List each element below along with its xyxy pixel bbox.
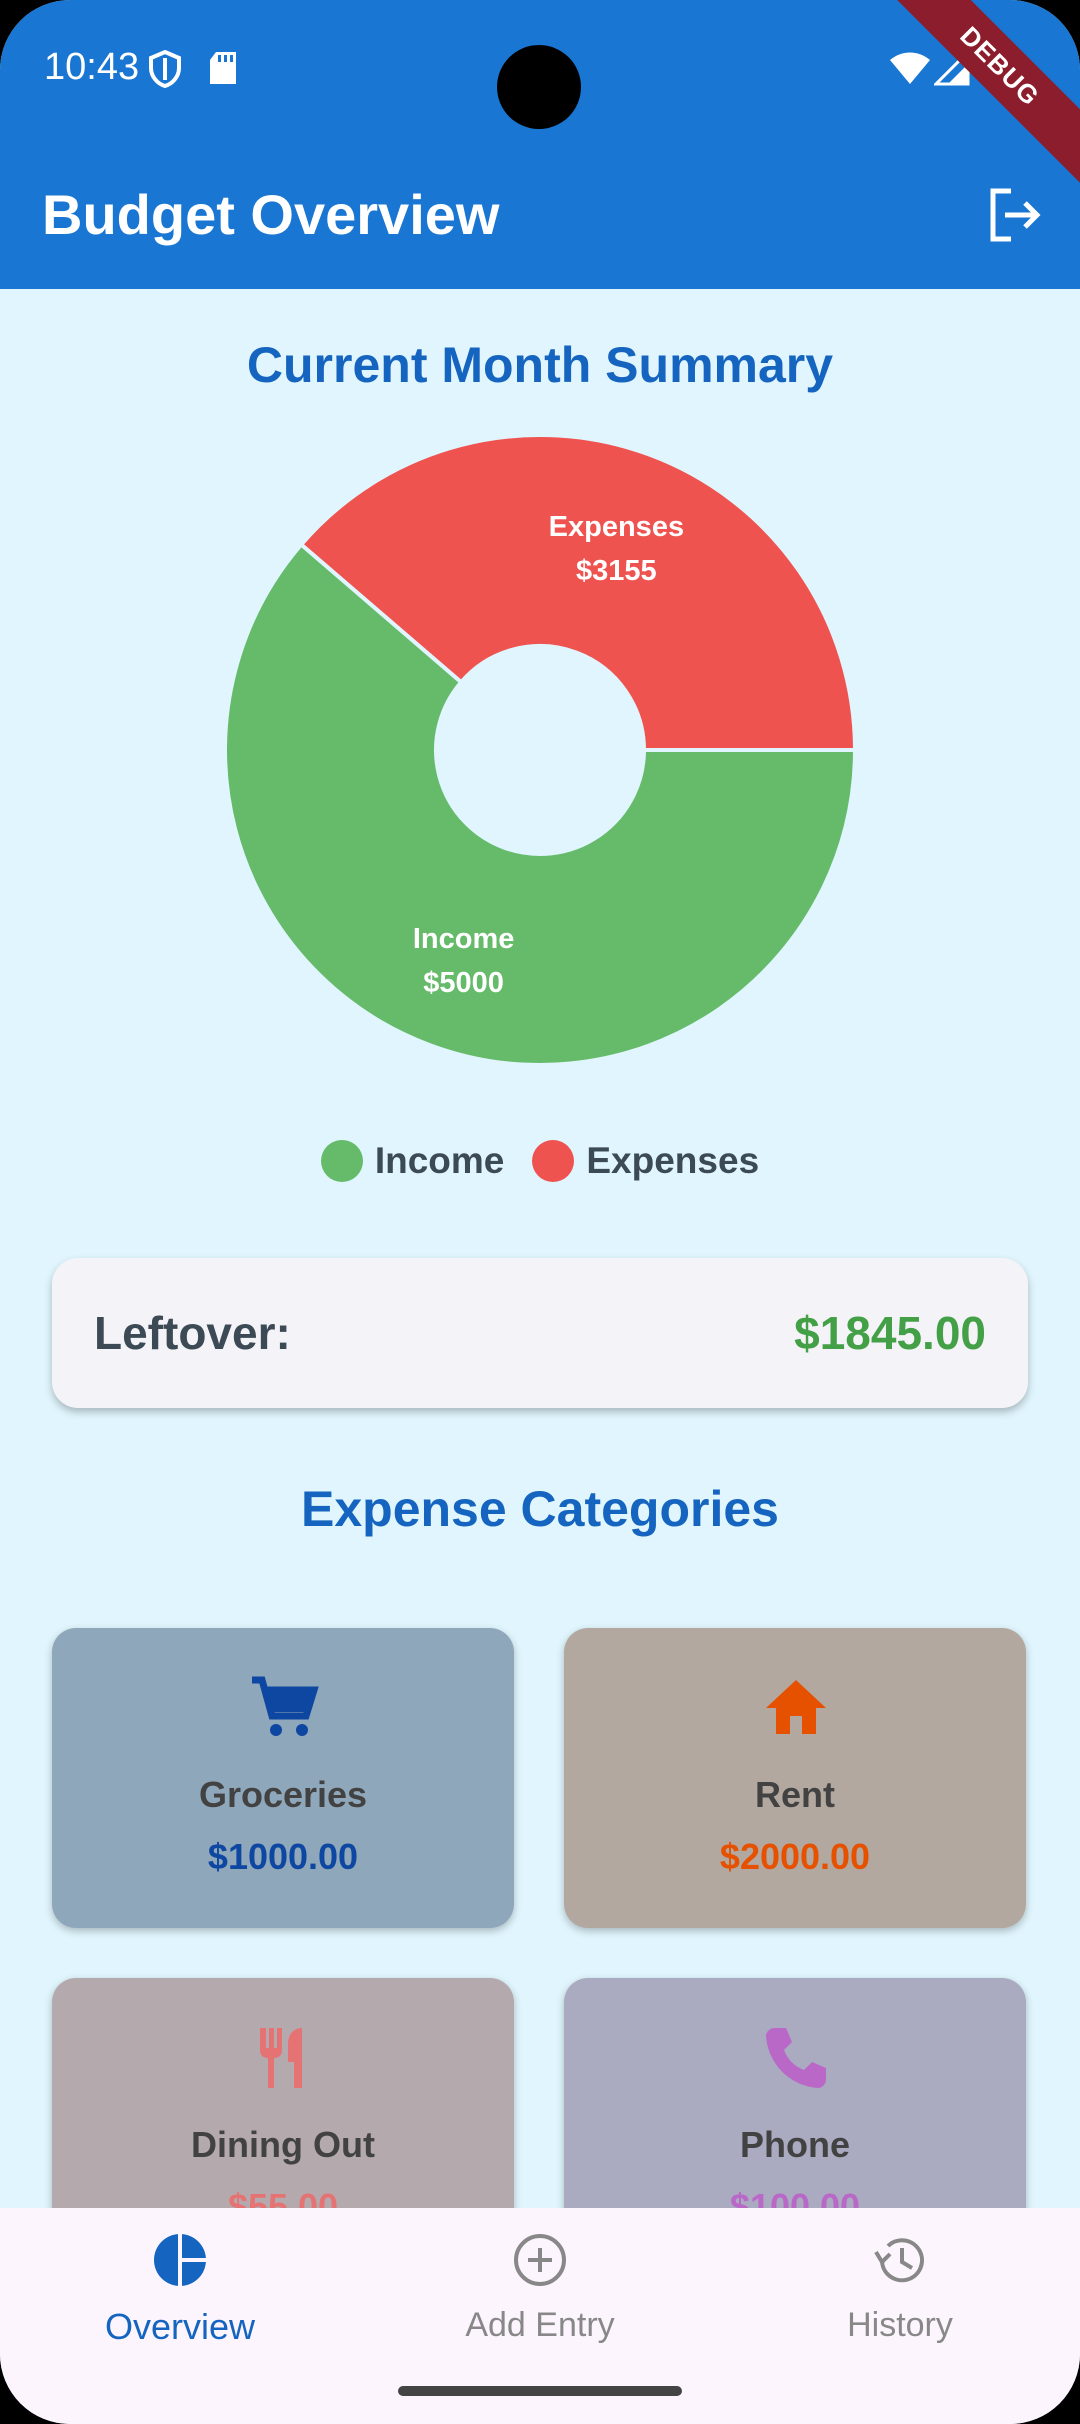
home-indicator — [398, 2386, 682, 2396]
cart-icon — [252, 1676, 319, 1736]
debug-banner: DEBUG — [875, 0, 1080, 191]
leftover-card: Leftover: $1845.00 — [52, 1258, 1028, 1408]
chart-legend: Income Expenses — [0, 1140, 1080, 1182]
nav-item-overview[interactable]: Overview — [0, 2208, 360, 2408]
category-name: Rent — [755, 1774, 835, 1815]
restaurant-icon — [260, 2028, 302, 2088]
app-bar: 10:43 DEBUG Budget Overview — [0, 0, 1080, 289]
logout-icon[interactable] — [985, 185, 1045, 245]
categories-title: Expense Categories — [301, 1481, 779, 1537]
legend-dot-expenses — [532, 1140, 575, 1182]
category-amount: $2000.00 — [719, 1836, 871, 1877]
legend-dot-income — [320, 1140, 363, 1182]
front-camera — [497, 45, 581, 129]
donut-svg: Income $5000 Expenses $3155 — [223, 433, 858, 1067]
nav-item-add-entry[interactable]: Add Entry — [360, 2208, 720, 2408]
category-amount: $1000.00 — [207, 1836, 359, 1877]
shield-icon — [149, 50, 181, 88]
leftover-value: $1845.00 — [794, 1307, 986, 1359]
legend-label-expenses: Expenses — [586, 1140, 760, 1181]
page-title: Budget Overview — [42, 183, 500, 246]
screen: 10:43 DEBUG Budget Overview Current Mont… — [0, 0, 1080, 2424]
leftover-label: Leftover: — [94, 1307, 291, 1359]
slice-value-income: $5000 — [423, 967, 504, 999]
nav-label-history: History — [847, 2306, 953, 2344]
history-icon — [874, 2238, 924, 2283]
slice-value-expenses: $3155 — [576, 555, 657, 587]
slice-label-expenses: Expenses — [549, 511, 684, 543]
phone-icon — [766, 2028, 826, 2088]
nav-label-overview: Overview — [104, 2306, 256, 2347]
nav-label-add-entry: Add Entry — [465, 2306, 615, 2344]
slice-label-income: Income — [413, 923, 515, 955]
home-icon — [766, 1680, 826, 1734]
legend-label-income: Income — [374, 1140, 505, 1181]
summary-title: Current Month Summary — [246, 337, 834, 393]
category-name: Dining Out — [191, 2124, 375, 2165]
category-name: Groceries — [198, 1774, 368, 1815]
legend-item-income: Income — [320, 1140, 505, 1182]
status-time: 10:43 — [44, 46, 140, 88]
pie-chart-icon — [154, 2234, 206, 2286]
legend-item-expenses: Expenses — [532, 1140, 759, 1182]
category-card-groceries[interactable]: Groceries $1000.00 — [52, 1628, 514, 1928]
sd-card-icon — [210, 52, 236, 84]
nav-item-history[interactable]: History — [720, 2208, 1080, 2408]
category-name: Phone — [739, 2124, 850, 2165]
add-circle-icon — [514, 2234, 566, 2286]
summary-donut-chart: Income $5000 Expenses $3155 — [220, 430, 860, 1070]
category-card-rent[interactable]: Rent $2000.00 — [564, 1628, 1026, 1928]
wifi-icon — [890, 52, 930, 84]
